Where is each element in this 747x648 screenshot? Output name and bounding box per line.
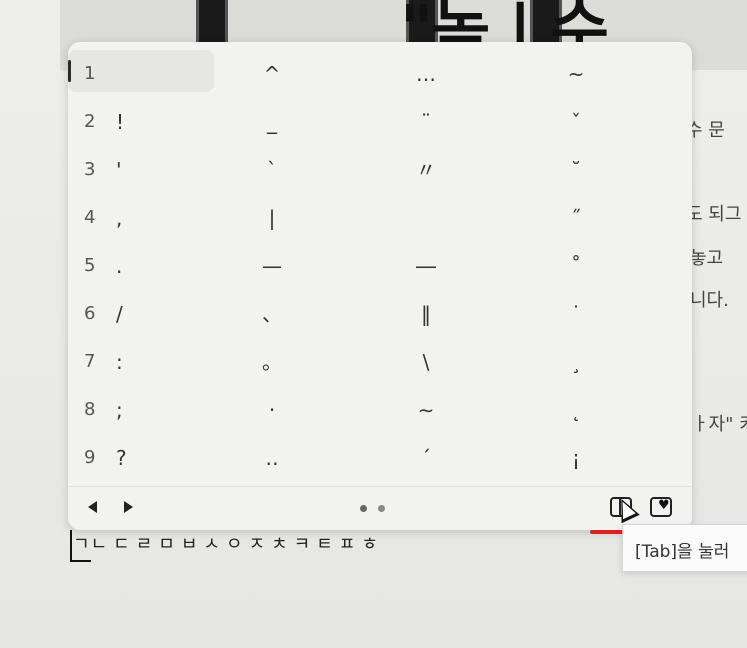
row-number: 2 bbox=[84, 111, 96, 132]
row-number: 9 bbox=[84, 447, 96, 468]
symbol-palette: 1 ^ … ~2! _ ¨ ˇ 3 ' ` 〃 ˘ 4, | ˝ 5. — ― ˚ 6 / 、 ‖ ˙ 7: 。 \ ¸ 8; · ∼ ˛ 9?… bbox=[68, 42, 692, 530]
jamo-key[interactable]: ㅇ bbox=[226, 534, 249, 555]
doc-line: 도 되그 bbox=[686, 204, 742, 225]
jamo-key[interactable]: ㅈ bbox=[249, 534, 272, 555]
tab-hint-tooltip: [Tab]을 눌러 bbox=[622, 524, 747, 572]
symbol-option[interactable]: 〃 bbox=[406, 150, 446, 190]
jamo-key[interactable]: ㄹ bbox=[136, 534, 159, 555]
symbol-option[interactable]: ¨ bbox=[406, 102, 446, 142]
row-symbol[interactable]: . bbox=[116, 246, 136, 286]
palette-row[interactable]: 7: 。 \ ¸ bbox=[68, 342, 692, 382]
palette-row[interactable]: 1 ^ … ~ bbox=[68, 54, 692, 94]
row-number: 5 bbox=[84, 255, 96, 276]
palette-row[interactable]: 4, | ˝ bbox=[68, 198, 692, 238]
favorite-button[interactable]: ♥ bbox=[650, 497, 672, 517]
palette-row[interactable]: 5. — ― ˚ bbox=[68, 246, 692, 286]
jamo-key[interactable]: ㅌ bbox=[316, 534, 339, 555]
symbol-option[interactable]: ~ bbox=[556, 54, 596, 94]
symbol-option[interactable]: ˛ bbox=[556, 390, 596, 430]
row-number: 6 bbox=[84, 303, 96, 324]
page-indicator-dot[interactable] bbox=[360, 505, 367, 512]
symbol-option[interactable]: ‖ bbox=[406, 294, 446, 334]
row-symbol[interactable]: ; bbox=[116, 390, 136, 430]
jamo-key[interactable]: ㅋ bbox=[294, 534, 317, 555]
palette-row[interactable]: 2! _ ¨ ˇ bbox=[68, 102, 692, 142]
symbol-option[interactable]: ˚ bbox=[556, 246, 596, 286]
jamo-key[interactable]: ㅂ bbox=[181, 534, 204, 555]
row-number: 8 bbox=[84, 399, 96, 420]
symbol-option[interactable]: ¡ bbox=[556, 438, 596, 478]
row-symbol[interactable]: / bbox=[116, 294, 136, 334]
symbol-option[interactable]: ´ bbox=[406, 438, 446, 478]
symbol-option[interactable]: ˘ bbox=[556, 150, 596, 190]
jamo-key[interactable]: ㄴ bbox=[91, 534, 114, 555]
chevron-left-icon[interactable] bbox=[88, 501, 97, 513]
symbol-option[interactable]: — bbox=[252, 246, 292, 286]
row-number: 4 bbox=[84, 207, 96, 228]
row-symbol[interactable]: : bbox=[116, 342, 136, 382]
page-indicator-dot[interactable] bbox=[378, 505, 385, 512]
row-symbol[interactable]: ! bbox=[116, 102, 136, 142]
symbol-option[interactable]: ― bbox=[406, 246, 446, 286]
jamo-key[interactable]: ㄷ bbox=[113, 534, 136, 555]
symbol-option[interactable]: 。 bbox=[252, 342, 292, 382]
symbol-option[interactable]: ∼ bbox=[406, 390, 446, 430]
doc-line: 놓고 bbox=[690, 248, 724, 269]
jamo-key[interactable]: ㅍ bbox=[339, 534, 362, 555]
palette-row[interactable]: 6 / 、 ‖ ˙ bbox=[68, 294, 692, 334]
row-symbol[interactable]: , bbox=[116, 198, 136, 238]
symbol-option[interactable]: | bbox=[252, 198, 292, 238]
jamo-key-row: ㄱㄴㄷㄹㅁㅂㅅㅇㅈㅊㅋㅌㅍㅎ bbox=[70, 530, 384, 562]
symbol-option[interactable]: ¸ bbox=[556, 342, 596, 382]
symbol-option[interactable]: ˙ bbox=[556, 294, 596, 334]
symbol-option[interactable]: · bbox=[252, 390, 292, 430]
palette-row[interactable]: 3 ' ` 〃 ˘ bbox=[68, 150, 692, 190]
doc-line: 니다. bbox=[690, 290, 729, 311]
symbol-option[interactable]: ‥ bbox=[252, 438, 292, 478]
symbol-option[interactable]: _ bbox=[252, 102, 292, 142]
tooltip-text: [Tab]을 눌러 bbox=[635, 542, 730, 562]
symbol-option[interactable]: ^ bbox=[252, 54, 292, 94]
symbol-option[interactable]: ` bbox=[252, 150, 292, 190]
symbol-option[interactable]: ˇ bbox=[556, 102, 596, 142]
symbol-option[interactable]: ˝ bbox=[556, 198, 596, 238]
row-number: 7 bbox=[84, 351, 96, 372]
jamo-key[interactable]: ㅎ bbox=[361, 534, 384, 555]
symbol-option[interactable]: \ bbox=[406, 342, 446, 382]
jamo-key[interactable]: ㅅ bbox=[203, 534, 226, 555]
jamo-key[interactable]: ㄱ bbox=[70, 530, 91, 562]
chevron-right-icon[interactable] bbox=[124, 501, 133, 513]
row-symbol[interactable]: ' bbox=[116, 150, 136, 190]
symbol-option[interactable]: 、 bbox=[252, 294, 292, 334]
row-symbol[interactable]: ? bbox=[116, 438, 136, 478]
doc-line: ㅏ자" 키 bbox=[692, 414, 747, 435]
jamo-key[interactable]: ㅁ bbox=[158, 534, 181, 555]
jamo-key[interactable]: ㅊ bbox=[271, 534, 294, 555]
palette-row[interactable]: 9? ‥ ´ ¡ bbox=[68, 438, 692, 478]
palette-footer: ♥ bbox=[68, 486, 692, 531]
row-number: 3 bbox=[84, 159, 96, 180]
palette-row[interactable]: 8; · ∼ ˛ bbox=[68, 390, 692, 430]
row-number: 1 bbox=[84, 63, 96, 84]
heart-icon: ♥ bbox=[658, 498, 670, 513]
symbol-option[interactable]: … bbox=[406, 54, 446, 94]
